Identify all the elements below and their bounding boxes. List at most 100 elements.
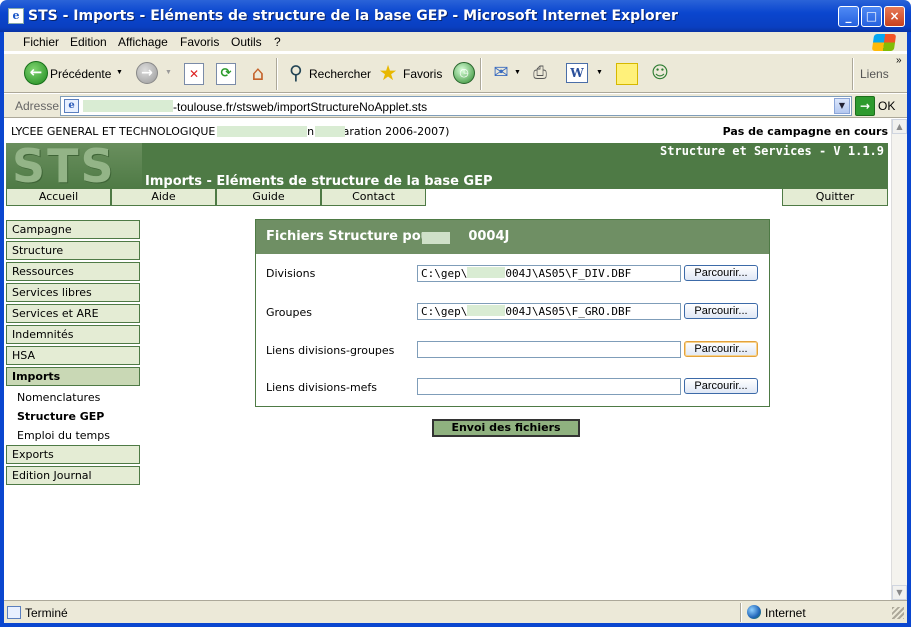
status-bar: Terminé Internet bbox=[4, 600, 907, 623]
minimize-button[interactable]: _ bbox=[838, 6, 859, 27]
toolbar: ← Précédente ▼ → ▼ ✕ ⟳ ⌂ ⚲ Rechercher ★ … bbox=[4, 53, 907, 93]
word-edit-icon[interactable]: W bbox=[566, 63, 588, 83]
address-input[interactable]: e -toulouse.fr/stsweb/importStructureNoA… bbox=[60, 96, 852, 116]
header-banner: STS Structure et Services - V 1.1.9 Impo… bbox=[6, 143, 888, 189]
menu-affichage[interactable]: Affichage bbox=[118, 35, 168, 49]
toolbar-separator bbox=[480, 58, 482, 90]
sidebar-item-hsa[interactable]: HSA bbox=[6, 346, 140, 365]
nav-quitter[interactable]: Quitter bbox=[782, 189, 888, 206]
sidebar-item-indemnites[interactable]: Indemnités bbox=[6, 325, 140, 344]
vertical-scrollbar[interactable]: ▲ ▼ bbox=[891, 119, 907, 600]
nav-contact[interactable]: Contact bbox=[321, 189, 426, 206]
forward-arrow-icon[interactable]: → bbox=[136, 62, 158, 84]
menu-fichier[interactable]: Fichier bbox=[23, 35, 59, 49]
home-icon[interactable]: ⌂ bbox=[246, 61, 270, 85]
sidebar-subitem-emploi-du-temps[interactable]: Emploi du temps bbox=[17, 429, 110, 442]
menu-outils[interactable]: Outils bbox=[231, 35, 262, 49]
back-button-label[interactable]: Précédente bbox=[50, 67, 111, 81]
scroll-down-icon[interactable]: ▼ bbox=[892, 585, 907, 600]
toolbar-separator bbox=[276, 58, 278, 90]
sidebar-item-structure[interactable]: Structure bbox=[6, 241, 140, 260]
groupes-browse-button[interactable]: Parcourir... bbox=[684, 303, 758, 319]
sidebar-item-imports[interactable]: Imports bbox=[6, 367, 140, 386]
nav-accueil[interactable]: Accueil bbox=[6, 189, 111, 206]
liens-divisions-mefs-browse-button[interactable]: Parcourir... bbox=[684, 378, 758, 394]
links-label[interactable]: Liens bbox=[860, 67, 889, 81]
go-arrow-icon[interactable]: → bbox=[855, 96, 875, 116]
go-button-label[interactable]: OK bbox=[878, 99, 895, 113]
redacted-path bbox=[467, 267, 506, 278]
menu-bar: Fichier Edition Affichage Favoris Outils… bbox=[4, 32, 907, 52]
print-icon[interactable]: ⎙ bbox=[528, 62, 552, 84]
windows-logo-icon bbox=[871, 34, 897, 51]
redacted-host bbox=[83, 100, 173, 112]
liens-divisions-mefs-label: Liens divisions-mefs bbox=[266, 381, 378, 394]
menu-edition[interactable]: Edition bbox=[70, 35, 107, 49]
page-done-icon bbox=[7, 606, 21, 619]
divisions-path-start: C:\gep\ bbox=[421, 267, 468, 280]
sidebar-item-campagne[interactable]: Campagne bbox=[6, 220, 140, 239]
search-button-label[interactable]: Rechercher bbox=[309, 67, 371, 81]
links-chevron-icon[interactable]: » bbox=[896, 55, 902, 66]
window-title: STS - Imports - Eléments de structure de… bbox=[28, 8, 678, 24]
mail-icon[interactable]: ✉ bbox=[489, 63, 513, 83]
forward-history-dropdown[interactable]: ▼ bbox=[165, 69, 172, 76]
divisions-file-input[interactable]: C:\gep\ 004J\AS05\F_DIV.DBF bbox=[417, 265, 681, 282]
back-arrow-icon[interactable]: ← bbox=[24, 61, 48, 85]
close-button[interactable]: × bbox=[884, 6, 905, 27]
scroll-up-icon[interactable]: ▲ bbox=[892, 119, 907, 134]
liens-divisions-groupes-browse-button[interactable]: Parcourir... bbox=[684, 341, 758, 357]
mail-dropdown[interactable]: ▼ bbox=[514, 69, 521, 76]
stop-icon[interactable]: ✕ bbox=[184, 63, 204, 85]
edit-dropdown[interactable]: ▼ bbox=[596, 69, 603, 76]
sidebar-item-edition-journal[interactable]: Edition Journal bbox=[6, 466, 140, 485]
maximize-button[interactable]: □ bbox=[861, 6, 882, 27]
sidebar-item-services-are[interactable]: Services et ARE bbox=[6, 304, 140, 323]
liens-divisions-groupes-file-input[interactable] bbox=[417, 341, 681, 358]
groupes-file-input[interactable]: C:\gep\ 004J\AS05\F_GRO.DBF bbox=[417, 303, 681, 320]
campaign-status: Pas de campagne en cours bbox=[722, 125, 888, 138]
sidebar-subitem-nomenclatures[interactable]: Nomenclatures bbox=[17, 391, 100, 404]
sidebar-item-exports[interactable]: Exports bbox=[6, 445, 140, 464]
redacted-school-code bbox=[315, 126, 345, 137]
panel-title: Fichiers Structure pour 0004J bbox=[256, 220, 769, 254]
page-favicon-icon: e bbox=[64, 99, 79, 113]
back-history-dropdown[interactable]: ▼ bbox=[116, 69, 123, 76]
sidebar-item-ressources[interactable]: Ressources bbox=[6, 262, 140, 281]
sts-logo-text: STS bbox=[12, 143, 116, 189]
resize-grip[interactable] bbox=[892, 607, 904, 619]
submit-files-button[interactable]: Envoi des fichiers bbox=[432, 419, 580, 437]
nav-guide[interactable]: Guide bbox=[216, 189, 321, 206]
title-bar[interactable]: e STS - Imports - Eléments de structure … bbox=[0, 0, 911, 32]
window-frame-bottom bbox=[0, 623, 911, 627]
sidebar-subitem-structure-gep[interactable]: Structure GEP bbox=[17, 410, 104, 423]
redacted-path bbox=[467, 305, 506, 316]
status-divider bbox=[740, 603, 742, 622]
nav-aide[interactable]: Aide bbox=[111, 189, 216, 206]
discuss-note-icon[interactable] bbox=[616, 63, 638, 85]
refresh-icon[interactable]: ⟳ bbox=[216, 63, 236, 85]
liens-divisions-mefs-file-input[interactable] bbox=[417, 378, 681, 395]
panel-title-prefix: Fichiers Structure pour bbox=[266, 229, 437, 244]
divisions-browse-button[interactable]: Parcourir... bbox=[684, 265, 758, 281]
menu-help[interactable]: ? bbox=[274, 35, 281, 49]
address-url-text[interactable]: -toulouse.fr/stsweb/importStructureNoApp… bbox=[173, 100, 427, 114]
window-frame-right bbox=[907, 32, 911, 627]
favorites-button-label[interactable]: Favoris bbox=[403, 67, 442, 81]
sidebar-item-services-libres[interactable]: Services libres bbox=[6, 283, 140, 302]
messenger-icon[interactable]: ☺ bbox=[648, 62, 672, 84]
internet-globe-icon bbox=[747, 605, 761, 619]
address-label: Adresse bbox=[15, 99, 60, 113]
page-content: LYCEE GENERAL ET TECHNOLOGIQUE ( 004J - … bbox=[4, 119, 891, 600]
menu-favoris[interactable]: Favoris bbox=[180, 35, 219, 49]
address-bar: Adresse e -toulouse.fr/stsweb/importStru… bbox=[4, 94, 907, 118]
favorites-star-icon[interactable]: ★ bbox=[376, 61, 400, 85]
app-version: Structure et Services - V 1.1.9 bbox=[660, 144, 884, 158]
history-icon[interactable]: ◷ bbox=[453, 62, 475, 84]
search-icon[interactable]: ⚲ bbox=[284, 61, 308, 85]
groupes-path-end: 004J\AS05\F_GRO.DBF bbox=[505, 305, 632, 318]
groupes-path-start: C:\gep\ bbox=[421, 305, 468, 318]
page-title: Imports - Eléments de structure de la ba… bbox=[145, 174, 493, 189]
address-dropdown-icon[interactable]: ▼ bbox=[834, 98, 850, 114]
liens-divisions-groupes-label: Liens divisions-groupes bbox=[266, 344, 395, 357]
